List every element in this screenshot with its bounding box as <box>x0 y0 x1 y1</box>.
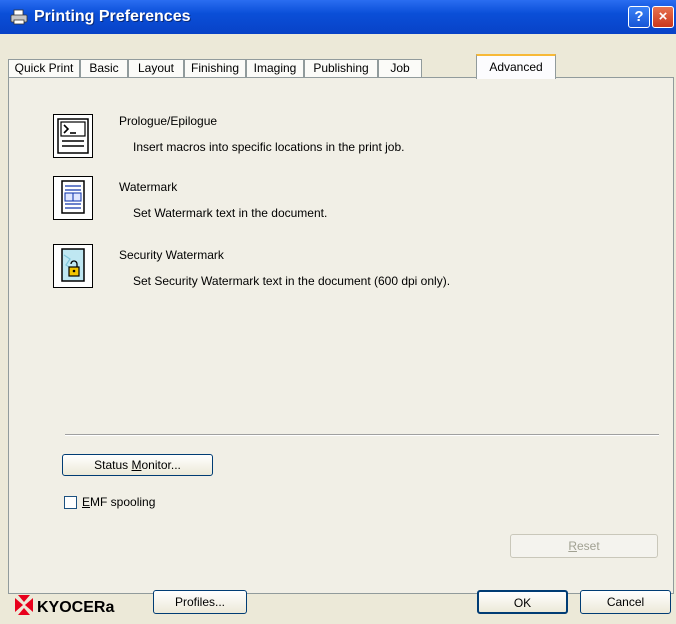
kyocera-mark-icon <box>15 595 33 615</box>
status-monitor-accelerator: M <box>131 458 142 472</box>
help-button[interactable]: ? <box>628 6 650 28</box>
tab-quick-print[interactable]: Quick Print <box>8 59 80 78</box>
emf-accelerator: E <box>82 495 91 509</box>
tab-basic[interactable]: Basic <box>80 59 128 78</box>
emf-label-rest: MF spooling <box>90 495 156 509</box>
title-bar: Printing Preferences ? × <box>0 0 676 34</box>
security-watermark-title[interactable]: Security Watermark <box>119 248 224 262</box>
tab-publishing[interactable]: Publishing <box>304 59 378 78</box>
printer-icon <box>10 9 28 25</box>
cancel-button[interactable]: Cancel <box>580 590 671 614</box>
tab-layout[interactable]: Layout <box>128 59 184 78</box>
prologue-epilogue-description: Insert macros into specific locations in… <box>133 140 405 154</box>
status-monitor-label-post: onitor... <box>141 458 181 472</box>
brand-text: KYOCERa <box>37 599 114 616</box>
reset-label-rest: eset <box>576 539 600 553</box>
kyocera-logo: KYOCERa <box>14 594 134 619</box>
ok-button[interactable]: OK <box>477 590 568 614</box>
emf-spooling-label[interactable]: EMF spooling <box>82 495 155 509</box>
tab-imaging[interactable]: Imaging <box>246 59 304 78</box>
tab-job[interactable]: Job <box>378 59 422 78</box>
separator <box>65 434 659 436</box>
reset-accelerator: R <box>568 539 577 553</box>
watermark-description: Set Watermark text in the document. <box>133 206 328 220</box>
security-watermark-description: Set Security Watermark text in the docum… <box>133 274 451 288</box>
advanced-panel: Prologue/Epilogue Insert macros into spe… <box>8 77 674 594</box>
prologue-epilogue-title[interactable]: Prologue/Epilogue <box>119 114 217 128</box>
prologue-epilogue-icon[interactable] <box>53 114 93 158</box>
tab-advanced[interactable]: Advanced <box>476 54 556 79</box>
tab-finishing[interactable]: Finishing <box>184 59 246 78</box>
close-button[interactable]: × <box>652 6 674 28</box>
status-monitor-label-pre: Status <box>94 458 132 472</box>
security-watermark-icon[interactable] <box>53 244 93 288</box>
watermark-icon[interactable] <box>53 176 93 220</box>
profiles-button[interactable]: Profiles... <box>153 590 247 614</box>
status-monitor-button[interactable]: Status Monitor... <box>62 454 213 476</box>
watermark-title[interactable]: Watermark <box>119 180 177 194</box>
reset-button[interactable]: Reset <box>510 534 658 558</box>
emf-spooling-checkbox[interactable] <box>64 496 77 509</box>
window-title: Printing Preferences <box>34 8 191 25</box>
